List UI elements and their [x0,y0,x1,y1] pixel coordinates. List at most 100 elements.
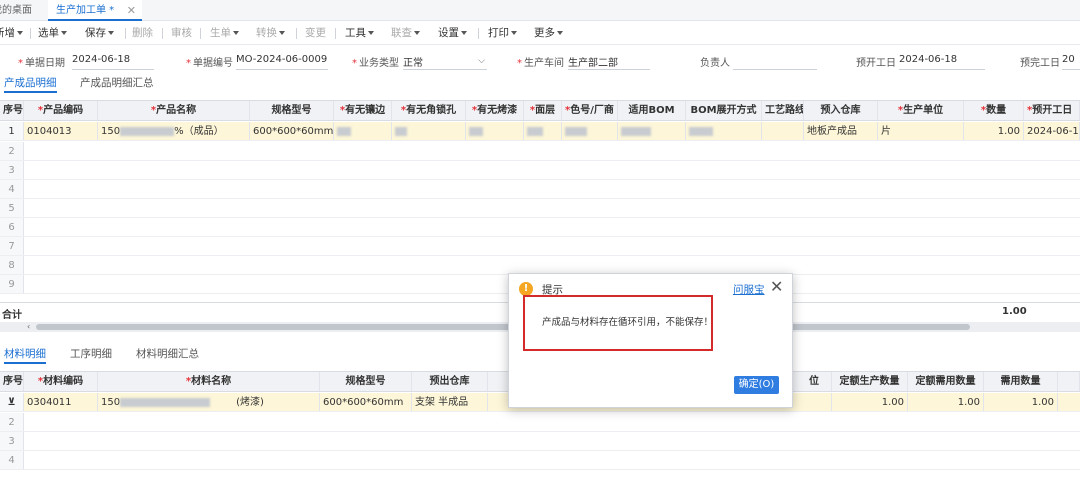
tab-process-detail[interactable]: 工序明细 [70,346,112,364]
divider [296,28,297,39]
divider [162,28,163,39]
table-row[interactable]: 1 0104013 150 %（成品） 600*600*60mm 地板产成品 片 … [0,122,1080,141]
end-field[interactable]: 20 [1062,54,1080,70]
row-index: 5 [0,199,24,217]
row-index: 3 [0,432,24,450]
more-label: 更多 [534,27,555,39]
row-index: 2 [0,413,24,431]
redacted-text [621,126,651,136]
spec-cell[interactable]: 600*600*60mm [250,122,334,140]
settings-label: 设置 [438,27,459,39]
col-header: *生产单位 [878,101,964,120]
biztype-value: 正常 [403,58,423,69]
surface-cell[interactable] [524,122,562,140]
route-cell[interactable] [762,122,804,140]
table-row[interactable]: 3 [0,432,1080,451]
required-qty-cell[interactable]: 1.00 [984,393,1058,411]
table-row[interactable]: 5 [0,199,1080,218]
table-row[interactable]: 2 [0,142,1080,161]
product-name-cell[interactable]: 150 %（成品） [98,122,250,140]
tools-button[interactable]: 工具 [345,25,374,41]
table-row[interactable]: 6 [0,218,1080,237]
tab-material-summary[interactable]: 材料明细汇总 [136,346,199,364]
date-field[interactable]: 2024-06-18 [72,54,154,70]
tools-label: 工具 [345,27,366,39]
table-row[interactable]: 3 [0,161,1080,180]
close-icon[interactable]: ✕ [770,277,783,296]
bom-cell[interactable] [618,122,686,140]
col-header-text: 产品名称 [156,105,197,116]
link-label: 联查 [391,27,412,39]
table-row[interactable]: 4 [0,451,1080,470]
workshop-field[interactable]: 生产部二部 [568,54,650,70]
chevron-down-icon [368,31,374,35]
material-spec-cell[interactable]: 600*600*60mm [320,393,412,411]
alert-dialog: ! 提示 问服宝 ✕ 产成品与材料存在循环引用，不能保存！ 确定(O) [508,273,793,408]
tab-my-desktop[interactable]: 我的桌面 [0,0,32,21]
tab-product-summary[interactable]: 产成品明细汇总 [80,75,154,93]
table-row[interactable]: 2 [0,413,1080,432]
color-cell[interactable] [562,122,618,140]
edging-cell[interactable] [334,122,392,140]
more-button[interactable]: 更多 [534,25,563,41]
toolbar: 新增 选单 保存 删除 审核 生单 转换 变更 工具 联查 设置 打印 更多 [0,21,1080,45]
workshop-value: 生产部二部 [568,58,618,69]
biztype-select[interactable]: 正常 ⌵ [403,54,487,70]
delete-button[interactable]: 删除 [132,25,153,41]
redacted-text [689,126,713,136]
select-button[interactable]: 选单 [38,25,67,41]
chevron-down-icon [61,31,67,35]
quota-production-cell[interactable]: 1.00 [832,393,908,411]
redacted-text [120,126,175,136]
generate-button[interactable]: 生单 [210,25,239,41]
material-name-prefix: 150 [101,397,121,408]
close-icon[interactable]: ✕ [127,0,136,21]
change-button[interactable]: 变更 [305,25,326,41]
docno-field[interactable]: MO-2024-06-0009 [236,54,328,70]
convert-button[interactable]: 转换 [256,25,285,41]
workshop-label-text: 生产车间 [524,58,564,69]
col-header-text: 面层 [535,105,556,116]
bom-expand-icon[interactable]: ⊻ [0,393,24,411]
table-row[interactable]: 4 [0,180,1080,199]
product-subtabs: 产成品明细 产成品明细汇总 [0,75,1080,93]
material-name-cell[interactable]: 150 (烤漆) [98,393,320,411]
start-field[interactable]: 2024-06-18 [899,54,985,70]
audit-button[interactable]: 审核 [171,25,192,41]
save-button[interactable]: 保存 [85,25,114,41]
material-warehouse-cell[interactable]: 支架 半成品 [412,393,488,411]
chevron-left-icon[interactable]: ‹ [27,322,30,331]
material-code-cell[interactable]: 0304011 [24,393,98,411]
tab-product-detail[interactable]: 产成品明细 [4,75,57,93]
start-date-cell[interactable]: 2024-06-18 [1024,122,1080,140]
lock-hole-cell[interactable] [392,122,466,140]
col-header: 需用数量 [984,372,1058,391]
ok-button[interactable]: 确定(O) [734,376,779,394]
new-button[interactable]: 新增 [0,25,23,41]
print-button[interactable]: 打印 [488,25,517,41]
paint-cell[interactable] [466,122,524,140]
help-link[interactable]: 问服宝 [733,282,765,297]
scrollbar-thumb[interactable] [36,324,970,330]
owner-field[interactable] [733,54,817,70]
warning-icon: ! [519,282,533,296]
bom-mode-cell[interactable] [686,122,762,140]
col-header: 定额生产数量 [832,372,908,391]
workshop-label: * 生产车间 [517,58,564,69]
product-name-suffix: %（成品） [174,126,224,137]
tab-production-order[interactable]: 生产加工单 * ✕ [48,0,142,21]
date-label-text: 单据日期 [25,58,65,69]
warehouse-cell[interactable]: 地板产成品 [804,122,878,140]
settings-button[interactable]: 设置 [438,25,467,41]
table-row[interactable]: 7 [0,237,1080,256]
unit-cell[interactable]: 片 [878,122,964,140]
col-header: 序号 [0,372,24,391]
product-code-cell[interactable]: 0104013 [24,122,98,140]
row-index: 6 [0,218,24,236]
col-header-text: 有无镶边 [345,105,386,116]
tab-material-detail[interactable]: 材料明细 [4,346,46,364]
quota-required-cell[interactable]: 1.00 [908,393,984,411]
quantity-cell[interactable]: 1.00 [964,122,1024,140]
link-button[interactable]: 联查 [391,25,420,41]
chevron-down-icon [461,31,467,35]
